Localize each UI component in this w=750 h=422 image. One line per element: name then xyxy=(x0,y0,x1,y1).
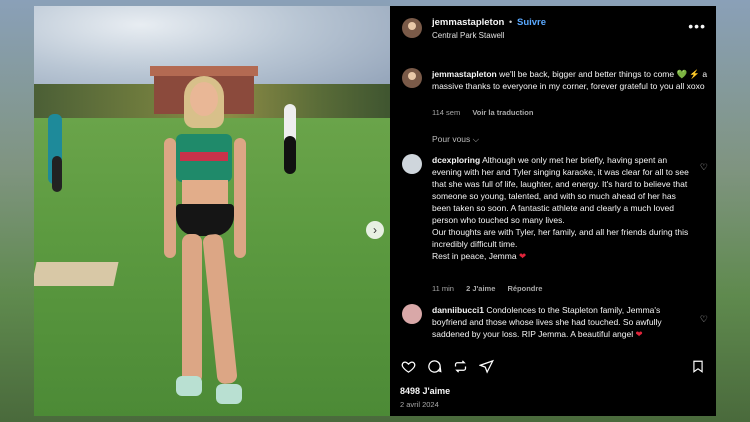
reply-button[interactable]: Répondre xyxy=(507,284,542,293)
red-heart-icon: ❤ xyxy=(518,251,527,261)
for-you-label: Pour vous xyxy=(432,134,471,144)
caption-avatar[interactable] xyxy=(402,68,422,88)
for-you-toggle[interactable]: Pour vous ⌵ xyxy=(432,134,479,145)
author-username[interactable]: jemmastapleton xyxy=(432,17,504,28)
separator-dot: • xyxy=(509,17,513,27)
follow-button[interactable]: Suivre xyxy=(517,17,546,28)
comment-text-3: Rest in peace, Jemma xyxy=(432,251,517,261)
comment-icon[interactable] xyxy=(426,358,442,374)
photo-mat xyxy=(34,262,119,286)
photo-background-person-legs xyxy=(52,156,62,192)
more-horizontal-icon[interactable]: ••• xyxy=(688,18,706,34)
caption-time: 114 sem xyxy=(432,108,461,117)
translate-link[interactable]: Voir la traduction xyxy=(472,108,533,117)
bookmark-icon[interactable] xyxy=(690,358,706,374)
send-icon[interactable] xyxy=(478,358,494,374)
heart-icon[interactable] xyxy=(400,358,416,374)
likes-count[interactable]: 8498 J'aime xyxy=(400,386,450,396)
chevron-down-icon: ⌵ xyxy=(472,134,480,144)
comment-username[interactable]: danniibucci1 xyxy=(432,305,484,315)
post-actions xyxy=(400,358,706,378)
photo-background-person-2-legs xyxy=(284,136,296,174)
post-photo: › xyxy=(34,6,390,416)
comment-text: Although we only met her briefly, having… xyxy=(432,155,689,225)
next-photo-button[interactable]: › xyxy=(366,221,384,239)
comment-avatar[interactable] xyxy=(402,304,422,324)
photo-athlete xyxy=(162,76,252,406)
comment-meta: 11 min 2 J'aime Répondre xyxy=(432,284,552,293)
repost-icon[interactable] xyxy=(452,358,468,374)
comment-time: 11 min xyxy=(432,284,454,293)
red-heart-icon: ❤ xyxy=(635,329,643,339)
comment-username[interactable]: dcexploring xyxy=(432,155,480,165)
comment-text-2: Our thoughts are with Tyler, her family,… xyxy=(432,227,689,249)
comment-like-heart-icon[interactable]: ♡ xyxy=(700,162,708,173)
post-location[interactable]: Central Park Stawell xyxy=(432,31,504,40)
author-avatar[interactable] xyxy=(402,18,422,38)
comment-item: dcexploring Although we only met her bri… xyxy=(432,154,690,262)
post-date: 2 avril 2024 xyxy=(400,400,439,409)
post-details-panel: jemmastapleton • Suivre Central Park Sta… xyxy=(390,6,716,416)
comment-like-heart-icon[interactable]: ♡ xyxy=(700,314,708,325)
comment-avatar[interactable] xyxy=(402,154,422,174)
caption-meta: 114 sem Voir la traduction xyxy=(432,108,543,117)
comment-item: danniibucci1 Condolences to the Stapleto… xyxy=(432,304,690,340)
post-header: jemmastapleton • Suivre Central Park Sta… xyxy=(390,6,716,50)
post-modal: › jemmastapleton • Suivre Central Park S… xyxy=(34,6,716,416)
chevron-right-icon: › xyxy=(373,223,377,237)
caption-username[interactable]: jemmastapleton xyxy=(432,69,497,79)
comment-likes[interactable]: 2 J'aime xyxy=(466,284,495,293)
